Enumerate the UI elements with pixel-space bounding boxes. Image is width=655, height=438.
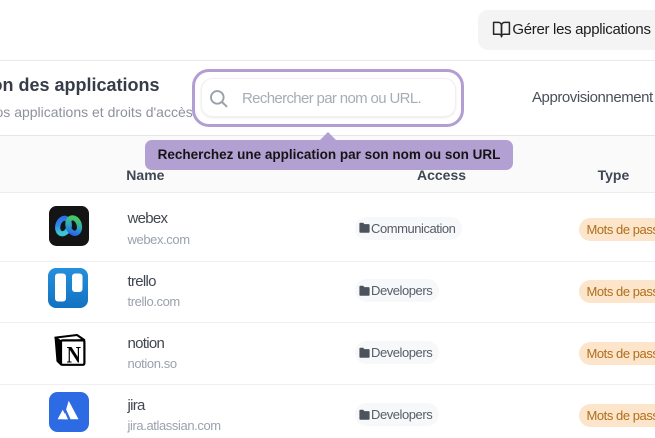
svg-text:N: N (66, 342, 81, 367)
